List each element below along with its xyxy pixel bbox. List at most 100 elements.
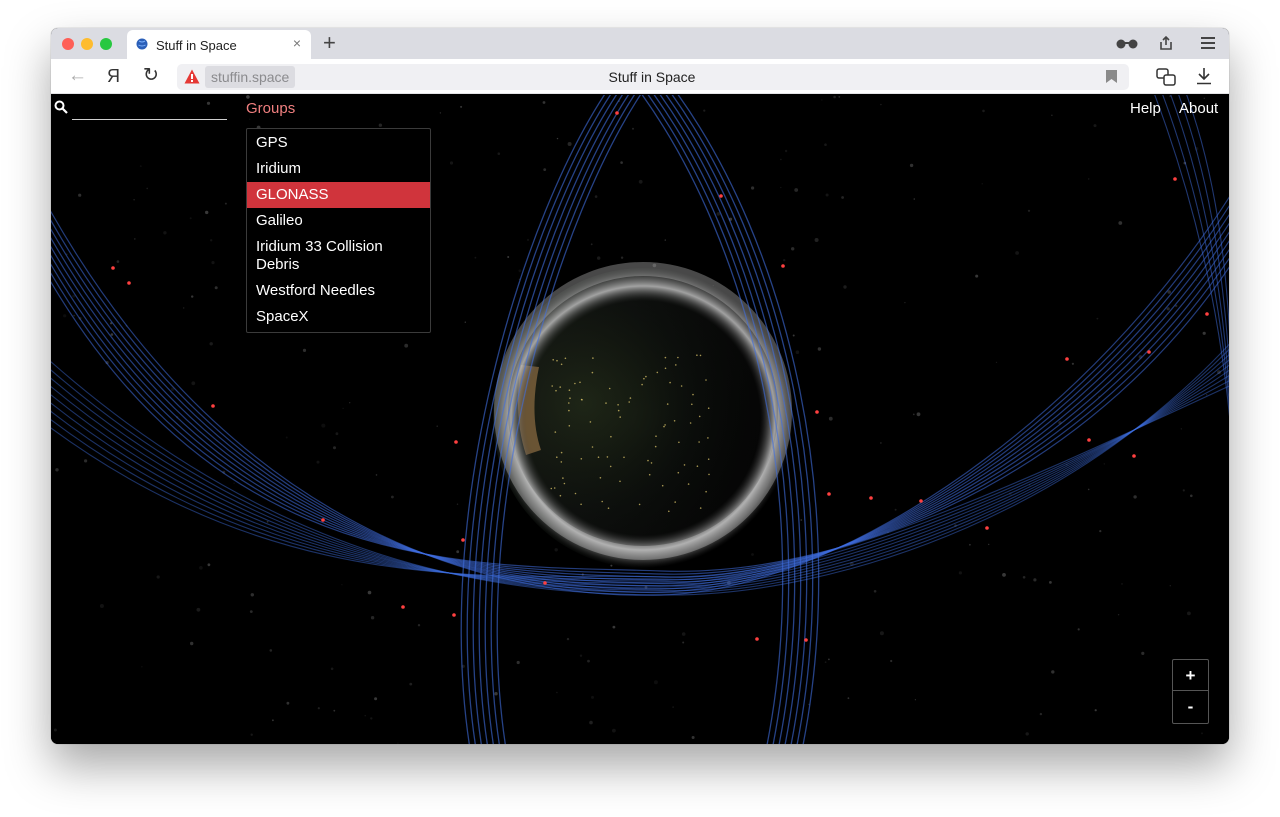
star <box>982 109 985 113</box>
star <box>134 238 136 240</box>
star <box>436 425 438 427</box>
group-item-glonass[interactable]: GLONASS <box>247 182 430 208</box>
star <box>141 666 143 668</box>
star <box>333 709 336 712</box>
sidebar-icon[interactable] <box>1156 67 1176 87</box>
star <box>914 699 917 701</box>
star <box>110 333 114 336</box>
city-light <box>705 490 707 493</box>
reload-button[interactable]: ↻ <box>143 65 159 87</box>
star <box>404 343 409 348</box>
help-link[interactable]: Help <box>1130 100 1161 117</box>
city-light <box>675 364 677 366</box>
city-light <box>591 371 594 374</box>
star <box>526 238 530 241</box>
star <box>207 563 211 567</box>
zoom-out-button[interactable]: - <box>1173 691 1208 722</box>
star <box>302 348 307 352</box>
city-light <box>680 385 683 387</box>
star <box>638 179 643 184</box>
city-light <box>564 357 567 360</box>
satellite-marker <box>543 581 547 585</box>
star <box>460 105 463 108</box>
new-tab-button[interactable]: + <box>323 30 336 56</box>
group-item-galileo[interactable]: Galileo <box>247 208 430 234</box>
maximize-window-button[interactable] <box>100 38 112 50</box>
group-item-westford-needles[interactable]: Westford Needles <box>247 278 430 304</box>
group-item-iridium[interactable]: Iridium <box>247 156 430 182</box>
star <box>269 649 273 652</box>
group-item-spacex[interactable]: SpaceX <box>247 304 430 330</box>
back-button[interactable]: ← <box>68 65 87 87</box>
star <box>879 631 884 636</box>
groups-menu-button[interactable]: Groups <box>246 100 295 117</box>
city-light <box>707 458 710 461</box>
tab-close-icon[interactable]: × <box>293 35 301 51</box>
star <box>370 616 375 620</box>
satellite-marker <box>919 499 923 503</box>
star <box>597 256 601 260</box>
city-light <box>656 371 659 374</box>
city-light <box>568 425 571 427</box>
satellite-marker <box>401 605 405 609</box>
satellite-marker <box>321 518 325 522</box>
share-icon[interactable] <box>1158 35 1174 51</box>
star <box>975 274 979 278</box>
star <box>1118 221 1123 225</box>
group-item-iridium-33-collision-debris[interactable]: Iridium 33 Collision Debris <box>247 234 430 278</box>
star <box>1051 114 1053 116</box>
star <box>335 432 339 436</box>
star <box>374 697 378 701</box>
glasses-icon[interactable] <box>1115 38 1139 50</box>
city-light <box>696 465 699 468</box>
city-light <box>592 357 594 359</box>
city-light <box>554 431 557 433</box>
star <box>969 543 971 546</box>
star <box>1103 463 1106 465</box>
city-light <box>699 507 702 509</box>
tab-stuff-in-space[interactable]: Stuff in Space × <box>127 30 311 59</box>
search-input[interactable] <box>72 98 227 120</box>
star <box>590 243 593 246</box>
url-bar[interactable]: Stuff in Space stuffin.space <box>177 64 1129 90</box>
city-light <box>699 354 702 357</box>
star <box>1187 611 1191 616</box>
bookmark-icon[interactable] <box>1106 70 1117 83</box>
group-item-gps[interactable]: GPS <box>247 130 430 156</box>
city-light <box>654 445 657 448</box>
star <box>342 407 344 410</box>
city-light <box>556 359 558 362</box>
close-window-button[interactable] <box>62 38 74 50</box>
satellite-marker <box>1065 357 1069 361</box>
star <box>579 654 583 657</box>
star <box>349 402 351 404</box>
star <box>904 302 906 304</box>
city-light <box>619 416 621 418</box>
space-visualization[interactable] <box>51 95 1229 744</box>
city-light <box>556 456 558 459</box>
yandex-button[interactable]: Я <box>107 65 120 87</box>
city-light <box>655 435 657 438</box>
star <box>1039 712 1043 716</box>
url-host[interactable]: stuffin.space <box>205 66 296 88</box>
city-light <box>687 483 690 485</box>
menu-icon[interactable] <box>1201 37 1215 49</box>
star <box>205 210 209 215</box>
city-light <box>601 500 603 503</box>
minimize-window-button[interactable] <box>81 38 93 50</box>
star <box>73 314 75 317</box>
star <box>890 659 893 663</box>
star <box>474 256 477 259</box>
city-light <box>606 456 609 458</box>
browser-window: Stuff in Space × + ← Я ↻ Stuff in Space … <box>51 28 1229 744</box>
city-light <box>610 435 612 438</box>
about-link[interactable]: About <box>1179 100 1218 117</box>
star <box>146 187 148 190</box>
star <box>824 661 827 664</box>
city-light <box>562 477 564 479</box>
satellite-marker <box>1132 454 1136 458</box>
zoom-in-button[interactable]: + <box>1173 660 1208 691</box>
star <box>375 474 378 476</box>
download-icon[interactable] <box>1196 67 1212 85</box>
star <box>266 520 269 523</box>
